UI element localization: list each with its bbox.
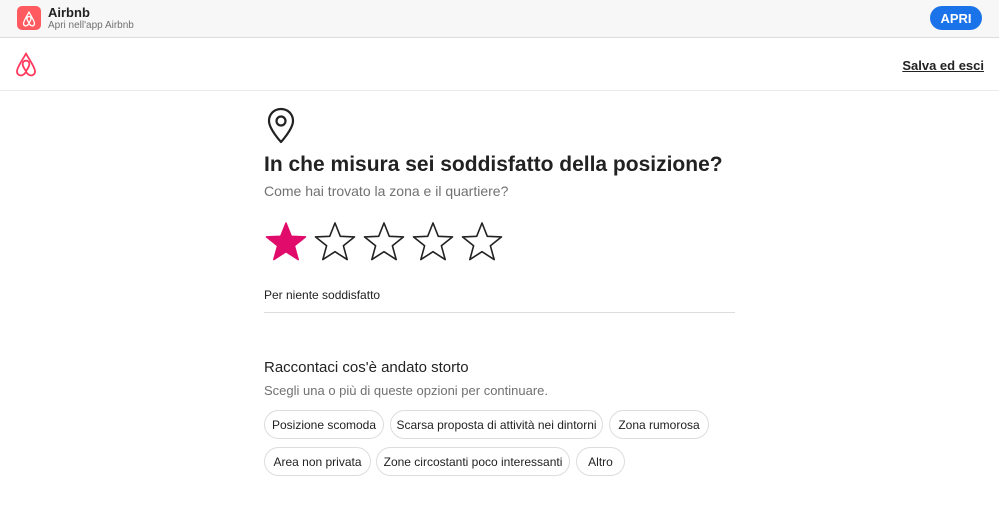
question-title: In che misura sei soddisfatto della posi… <box>264 153 723 176</box>
save-and-exit-link[interactable]: Salva ed esci <box>902 58 984 73</box>
divider <box>264 312 735 313</box>
rating-label: Per niente soddisfatto <box>264 288 381 302</box>
star-empty-icon[interactable] <box>313 221 357 265</box>
airbnb-logo-icon <box>22 10 36 27</box>
airbnb-logo-icon[interactable] <box>14 51 38 77</box>
option-chip[interactable]: Zona rumorosa <box>609 410 709 439</box>
star-empty-icon[interactable] <box>460 221 504 265</box>
app-name: Airbnb <box>48 5 90 20</box>
option-chip[interactable]: Altro <box>576 447 625 476</box>
star-empty-icon[interactable] <box>411 221 455 265</box>
feedback-title: Raccontaci cos'è andato storto <box>264 359 469 376</box>
question-subtitle: Come hai trovato la zona e il quartiere? <box>264 183 509 199</box>
option-chip[interactable]: Zone circostanti poco interessanti <box>376 447 570 476</box>
app-subtitle: Apri nell'app Airbnb <box>48 20 134 31</box>
open-app-button[interactable]: APRI <box>930 6 982 30</box>
page-header: Salva ed esci <box>0 38 999 91</box>
option-chip[interactable]: Scarsa proposta di attività nei dintorni <box>390 410 603 439</box>
star-empty-icon[interactable] <box>362 221 406 265</box>
option-chip[interactable]: Area non privata <box>264 447 371 476</box>
feedback-subtitle: Scegli una o più di queste opzioni per c… <box>264 383 549 398</box>
app-banner: Airbnb Apri nell'app Airbnb APRI <box>0 0 999 38</box>
airbnb-app-icon[interactable] <box>17 6 41 30</box>
option-chip[interactable]: Posizione scomoda <box>264 410 384 439</box>
location-pin-icon <box>266 107 296 145</box>
star-filled-icon[interactable] <box>264 221 308 265</box>
